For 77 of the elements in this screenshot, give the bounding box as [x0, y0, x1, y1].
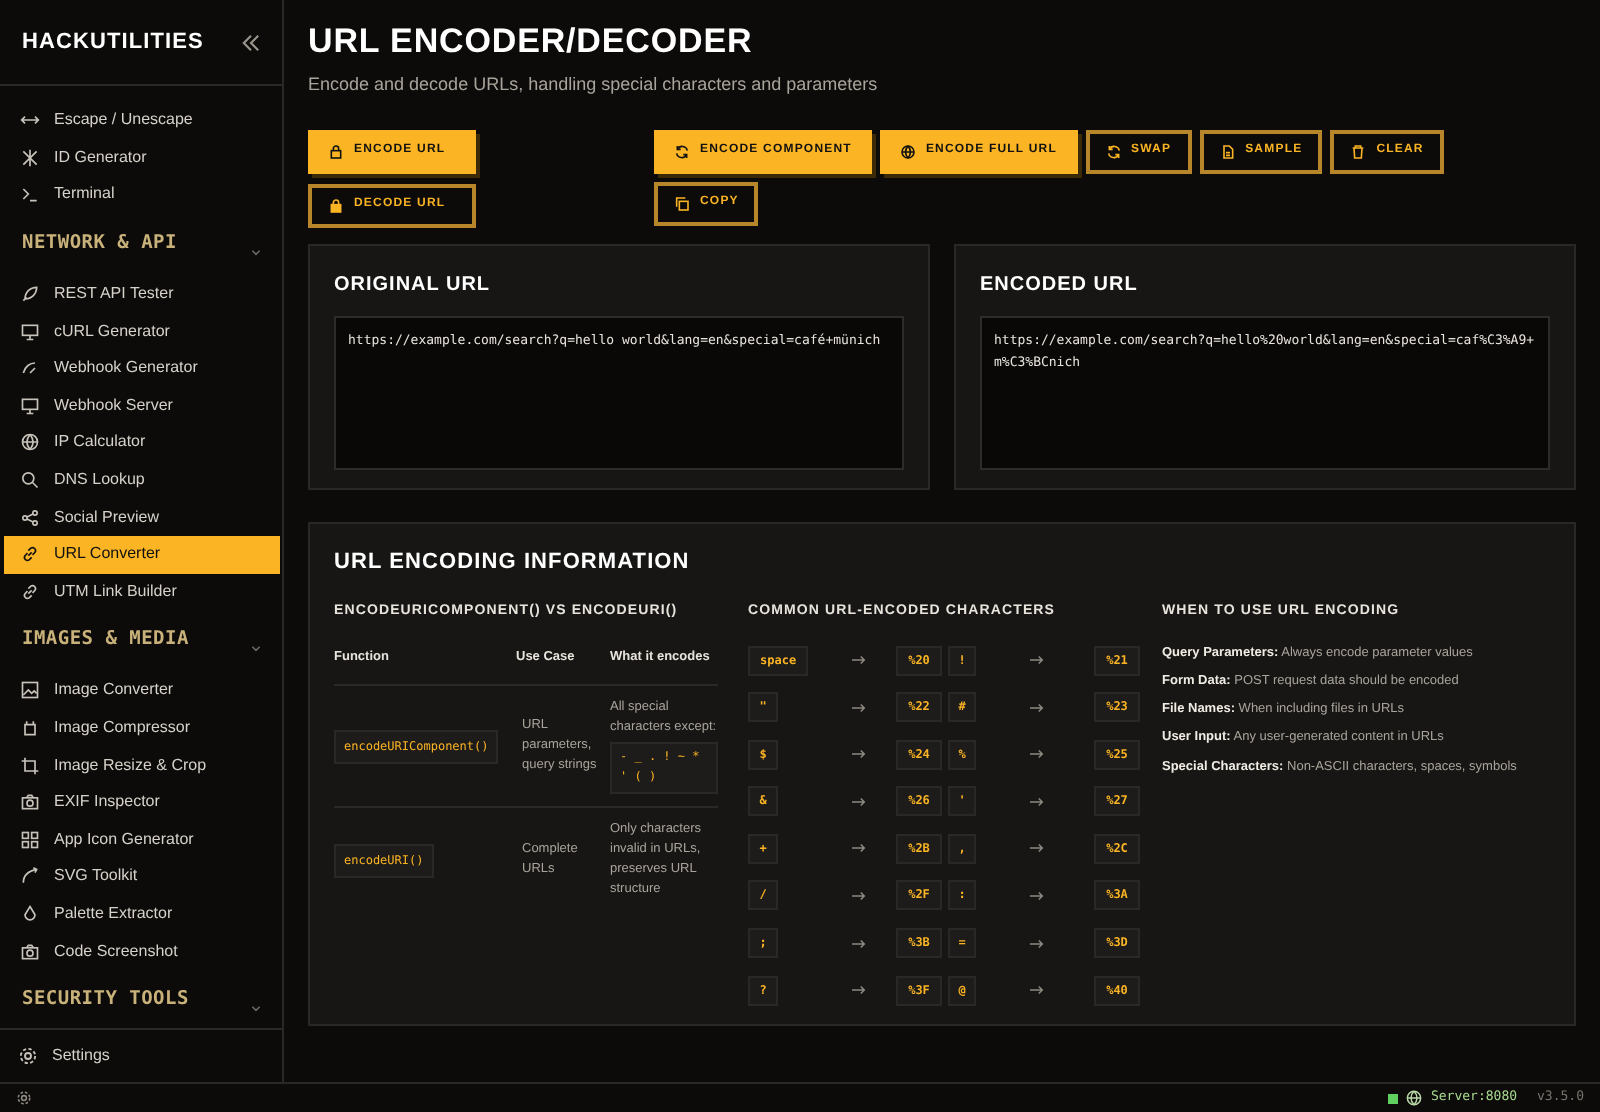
refresh-icon — [1105, 143, 1121, 159]
arrow-icon — [1030, 795, 1044, 808]
section-header[interactable]: SECURITY TOOLS — [22, 985, 189, 1014]
status-indicator — [1388, 1093, 1399, 1103]
sidebar-item[interactable]: DNS Lookup — [4, 461, 280, 499]
globe-icon — [20, 432, 40, 453]
globe-icon — [899, 143, 916, 159]
sidebar-item[interactable]: UTM Link Builder — [4, 573, 280, 611]
app-title: HACKUTILITIES — [22, 27, 204, 58]
sidebar-item[interactable]: App Icon Generator — [4, 821, 280, 859]
arrow-icon — [1030, 654, 1044, 666]
monitor-icon — [20, 321, 40, 342]
sidebar-item[interactable]: EXIF Inspector — [4, 783, 280, 821]
panel-title: ENCODED URL — [980, 271, 1138, 299]
crop-icon — [20, 755, 40, 776]
terminal-icon — [20, 184, 40, 205]
search-icon — [20, 470, 40, 491]
sidebar-item[interactable]: Image Resize & Crop — [4, 746, 280, 784]
sidebar-item[interactable]: Webhook Generator — [4, 349, 280, 388]
sidebar-item[interactable]: URL Converter — [4, 535, 280, 574]
sidebar-item[interactable]: REST API Tester — [4, 275, 280, 313]
curve-icon — [20, 866, 40, 887]
page-title: URL ENCODER/DECODER — [308, 22, 753, 62]
sidebar-item[interactable]: Palette Extractor — [4, 895, 280, 933]
chevron-icon[interactable] — [250, 642, 262, 655]
arrow-icon — [852, 984, 866, 997]
arrow-icon — [1030, 937, 1044, 950]
collapse-icon[interactable] — [242, 33, 260, 51]
drop-icon — [20, 903, 40, 924]
sidebar-item[interactable]: Image Compressor — [4, 709, 280, 747]
arrow-icon — [852, 701, 866, 714]
chevron-icon[interactable] — [250, 245, 262, 258]
sidebar-item[interactable]: SVG Toolkit — [4, 858, 280, 896]
arrow-icon — [852, 748, 866, 761]
section-header[interactable]: NETWORK & API — [22, 229, 177, 258]
arrow-icon — [852, 654, 866, 666]
sidebar-item[interactable]: cURL Generator — [4, 312, 280, 350]
arrow-icon — [852, 937, 866, 950]
sidebar-item[interactable]: Social Preview — [4, 498, 280, 536]
camera-icon — [20, 941, 40, 962]
arrow-icon — [1030, 842, 1044, 855]
settings-icon[interactable] — [16, 1090, 32, 1106]
refresh-icon — [674, 143, 690, 159]
share-icon — [20, 507, 40, 528]
page-subtitle: Encode and decode URLs, handling special characters and parameters — [308, 72, 878, 98]
section-header[interactable]: IMAGES & MEDIA — [22, 625, 189, 655]
arrow-icon — [1030, 701, 1044, 714]
link-icon — [20, 544, 40, 565]
settings-icon — [18, 1046, 38, 1066]
lock-icon — [328, 143, 344, 159]
globe-icon — [1406, 1090, 1423, 1106]
image-icon — [20, 680, 40, 701]
sidebar-item[interactable]: Escape / Unescape — [4, 102, 280, 140]
sidebar-item[interactable]: Image Converter — [4, 672, 280, 710]
settings-item[interactable]: Settings — [18, 1044, 110, 1068]
arrow-icon — [852, 889, 866, 902]
sidebar-item[interactable]: ID Generator — [4, 139, 280, 177]
sidebar-item[interactable]: Terminal — [4, 176, 280, 214]
monitor-icon — [20, 395, 40, 416]
arrow-icon — [852, 795, 866, 808]
panel-title: ORIGINAL URL — [334, 271, 491, 299]
document-icon — [1219, 143, 1236, 159]
arrow-icon — [852, 842, 866, 855]
chevron-icon[interactable] — [250, 1001, 262, 1014]
trash-icon — [1350, 143, 1367, 159]
sidebar-item[interactable]: Code Screenshot — [4, 932, 280, 970]
arrow-icon — [1030, 889, 1044, 902]
sidebar-item[interactable]: IP Calculator — [4, 424, 280, 462]
copy-icon — [674, 195, 690, 211]
grid-icon — [20, 829, 40, 850]
arrow-icon — [1030, 984, 1044, 997]
sidebar-item[interactable]: Webhook Server — [4, 387, 280, 425]
section-title: URL ENCODING INFORMATION — [334, 547, 690, 577]
lock-icon — [328, 197, 344, 213]
camera-icon — [20, 792, 40, 813]
link-icon — [20, 581, 40, 602]
arrow-icon — [1030, 748, 1044, 761]
